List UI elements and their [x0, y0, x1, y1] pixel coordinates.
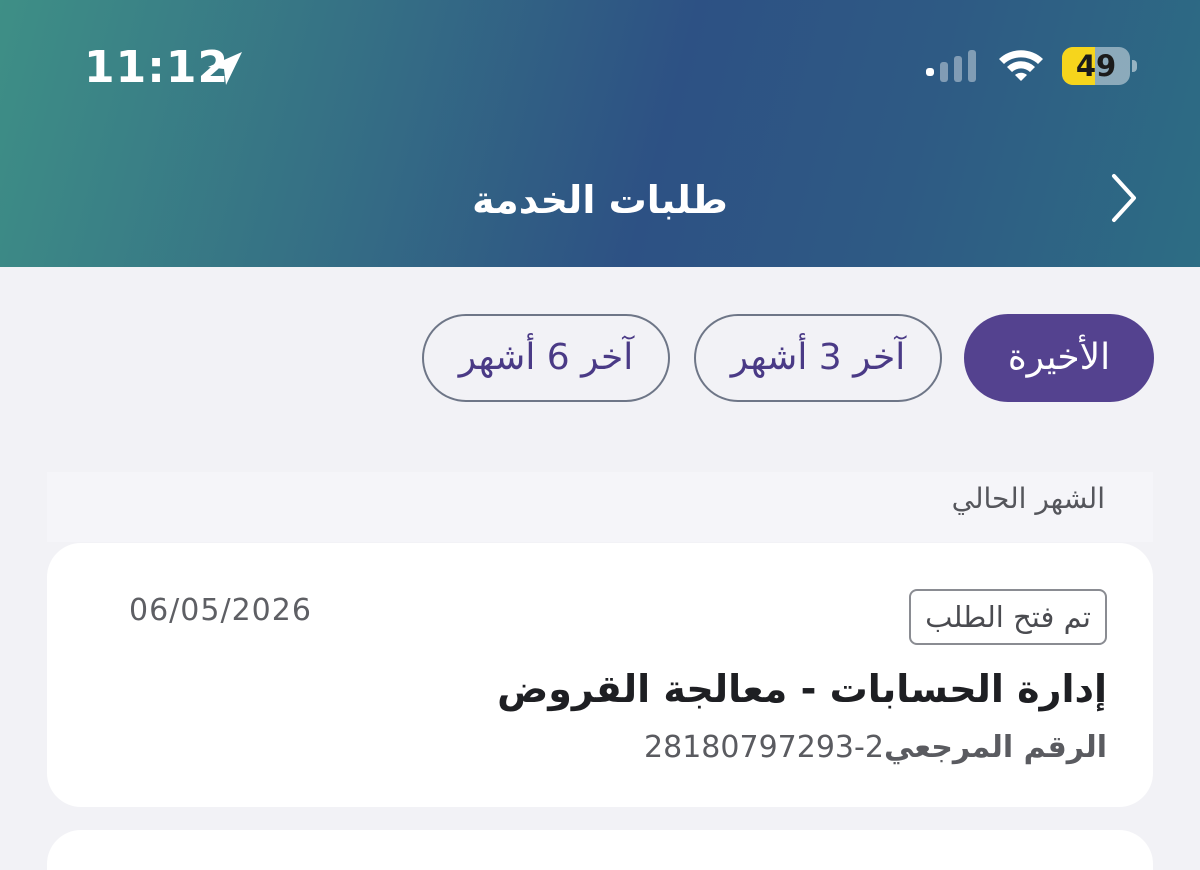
app-header: 11:12 49 طلبات الخدمة [0, 0, 1200, 267]
chevron-right-icon[interactable] [1106, 170, 1142, 226]
section-label: الشهر الحالي [951, 482, 1105, 515]
battery-body: 49 [1062, 47, 1130, 85]
wifi-icon [999, 50, 1043, 81]
request-title: إدارة الحسابات - معالجة القروض [497, 667, 1107, 711]
battery-nub [1132, 60, 1137, 72]
reference-label: الرقم المرجعي [883, 730, 1107, 765]
tab-last-6-months[interactable]: آخر 6 أشهر [422, 314, 670, 402]
page-title: طلبات الخدمة [472, 178, 728, 222]
request-card[interactable]: تم فتح الطلب 06/05/2026 إدارة الحسابات -… [47, 543, 1153, 807]
tab-last-3-months[interactable]: آخر 3 أشهر [694, 314, 942, 402]
reference-line: الرقم المرجعي2-28180797293 [644, 723, 1107, 773]
location-arrow-icon [208, 52, 242, 85]
period-filter-tabs: الأخيرة آخر 3 أشهر آخر 6 أشهر [0, 314, 1200, 406]
battery-icon: 49 [1062, 47, 1137, 85]
battery-percent: 49 [1075, 49, 1117, 83]
status-badge: تم فتح الطلب [909, 589, 1107, 645]
section-header: الشهر الحالي [47, 472, 1153, 542]
signal-icon [926, 50, 976, 82]
request-card-next[interactable] [47, 830, 1153, 870]
tab-recent[interactable]: الأخيرة [964, 314, 1154, 402]
request-date: 06/05/2026 [129, 593, 312, 628]
reference-number: 2-28180797293 [644, 730, 884, 765]
